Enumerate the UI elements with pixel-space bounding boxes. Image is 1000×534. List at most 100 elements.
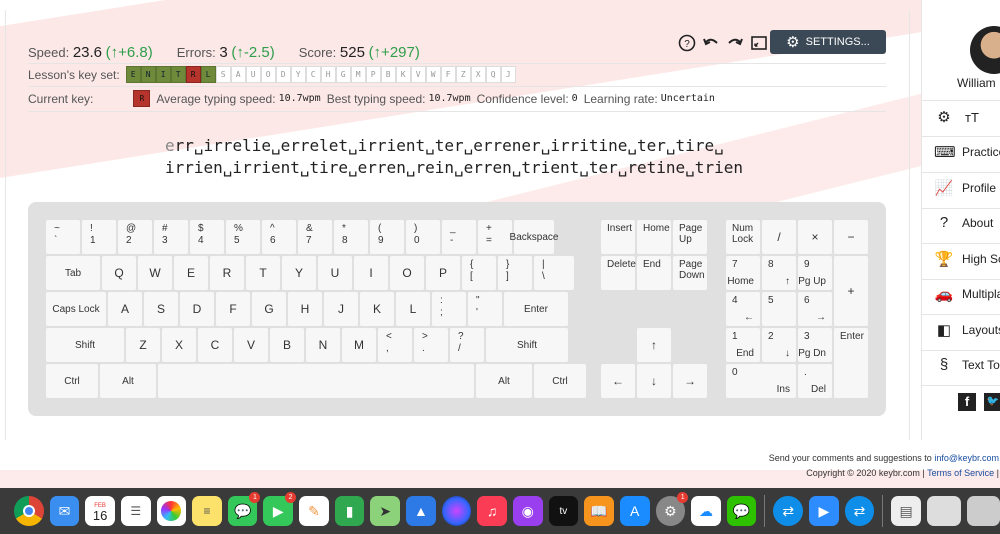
wechat-icon[interactable]: 💬 [726,496,757,526]
key-num-0[interactable]: 0 Ins [726,364,796,398]
key-num-dot[interactable]: . Del [798,364,832,398]
key-v[interactable]: V [234,328,268,362]
key-8[interactable]: * 8 [334,220,368,254]
window-thumbnail-icon[interactable] [926,496,961,526]
teamviewer-alt-icon[interactable]: ⇄ [844,496,875,526]
notes-icon[interactable]: ≡ [192,496,222,526]
key-h[interactable]: H [288,292,322,326]
fullscreen-icon[interactable] [749,33,769,53]
key-9[interactable]: (9 [370,220,404,254]
key-4[interactable]: $4 [190,220,224,254]
key--[interactable]: _ - [442,220,476,254]
sidebar-item-layouts[interactable]: ◧ Layouts [934,321,1000,339]
chrome-icon[interactable] [14,496,44,526]
key-arrow-left[interactable]: ← [601,364,635,398]
key-0[interactable]: ) 0 [406,220,440,254]
key-num-minus[interactable]: − [834,220,868,254]
zoom-icon[interactable]: ▶ [809,496,839,526]
key-p[interactable]: P [426,256,460,290]
maps-icon[interactable]: ➤ [370,496,401,526]
key-caps-lock[interactable]: Caps Lock [46,292,106,326]
freeform-icon[interactable]: ✎ [299,496,329,526]
key-2[interactable]: @2 [118,220,152,254]
key-g[interactable]: G [252,292,286,326]
key-num-5[interactable]: 5 [762,292,796,326]
key-m[interactable]: M [342,328,376,362]
key-symbol[interactable]: >. [414,328,448,362]
key-num-8[interactable]: 8 ↑ [762,256,796,290]
key-5[interactable]: % 5 [226,220,260,254]
key-num-plus[interactable]: + [834,256,868,326]
key-n[interactable]: N [306,328,340,362]
key-e[interactable]: E [174,256,208,290]
key-symbol[interactable]: <, [378,328,412,362]
key-symbol[interactable]: ? / [450,328,484,362]
facebook-icon[interactable]: f [958,393,976,411]
twitter-icon[interactable]: 🐦 [984,393,1000,411]
calendar-icon[interactable]: FEB 16 [85,496,115,526]
key-6[interactable]: ^ 6 [262,220,296,254]
teamviewer-icon[interactable]: ⇄ [773,496,804,526]
key-k[interactable]: K [360,292,394,326]
key-z[interactable]: Z [126,328,160,362]
key-num-2[interactable]: 2 ↓ [762,328,796,362]
help-icon[interactable]: ? [677,33,697,53]
key-t[interactable]: T [246,256,280,290]
key-backspace[interactable]: Backspace [510,220,558,254]
key-num-enter[interactable]: Enter [834,328,868,398]
key-l[interactable]: L [396,292,430,326]
key-symbol[interactable]: :; [432,292,466,326]
settings-button[interactable]: ⚙ SETTINGS... [770,30,886,54]
key-num-slash[interactable]: / [762,220,796,254]
key-r[interactable]: R [210,256,244,290]
key-`[interactable]: ~ ` [46,220,80,254]
photos-icon[interactable] [156,496,187,526]
key-tab[interactable]: Tab [46,256,100,290]
key-ctrl-right[interactable]: Ctrl [534,364,586,398]
key-f[interactable]: F [216,292,250,326]
keynote-icon[interactable]: ▲ [406,496,436,526]
key-3[interactable]: #3 [154,220,188,254]
key-s[interactable]: S [144,292,178,326]
key-d[interactable]: D [180,292,214,326]
music-icon[interactable]: ♫ [477,496,507,526]
key-7[interactable]: & 7 [298,220,332,254]
sidebar-item-high-sc[interactable]: 🏆 High Sc [934,250,1000,268]
key-b[interactable]: B [270,328,304,362]
key-o[interactable]: O [390,256,424,290]
key-num-6[interactable]: 6 → [798,292,832,326]
key-num-1[interactable]: 1 End [726,328,760,362]
key-space[interactable] [158,364,474,398]
key-alt-right[interactable]: Alt [476,364,532,398]
cloud-app-icon[interactable]: ☁ [691,496,721,526]
sidebar-item-text-too[interactable]: § Text Too [934,356,1000,373]
key-arrow-down[interactable]: ↓ [637,364,671,398]
key-num-3[interactable]: 3 Pg Dn [798,328,832,362]
books-icon[interactable]: 📖 [584,496,614,526]
key-num-multiply[interactable]: × [798,220,832,254]
key-a[interactable]: A [108,292,142,326]
key-arrow-right[interactable]: → [673,364,707,398]
sidebar-item-multipla[interactable]: 🚗 Multipla [934,285,1000,303]
appletv-icon[interactable]: tv [548,496,579,526]
messages-icon[interactable]: 💬 1 [227,492,261,526]
key-page-down[interactable]: Page Down [673,256,707,290]
key-ctrl-left[interactable]: Ctrl [46,364,98,398]
system-preferences-icon[interactable]: ⚙ 1 [655,492,689,526]
file-icon[interactable]: ▤ [891,496,921,526]
sidebar-settings[interactable]: ⚙ ᴛT [934,108,1000,126]
facetime-icon[interactable]: ▶ 2 [263,492,297,526]
key-num-4[interactable]: 4 ← [726,292,760,326]
avatar[interactable] [970,26,1000,74]
key-u[interactable]: U [318,256,352,290]
key-i[interactable]: I [354,256,388,290]
key-q[interactable]: Q [102,256,136,290]
window-thumbnail-icon[interactable] [966,496,1000,526]
key-1[interactable]: ! 1 [82,220,116,254]
mail-icon[interactable]: ✉ [49,496,80,526]
numbers-icon[interactable]: ▮ [334,496,365,526]
key-symbol[interactable]: | \ [534,256,574,290]
practice-text[interactable]: err␣irrelie␣errelet␣irrient␣ter␣errener␣… [165,135,743,179]
sidebar-item-about[interactable]: ? About [934,214,1000,231]
key-shift-left[interactable]: Shift [46,328,124,362]
